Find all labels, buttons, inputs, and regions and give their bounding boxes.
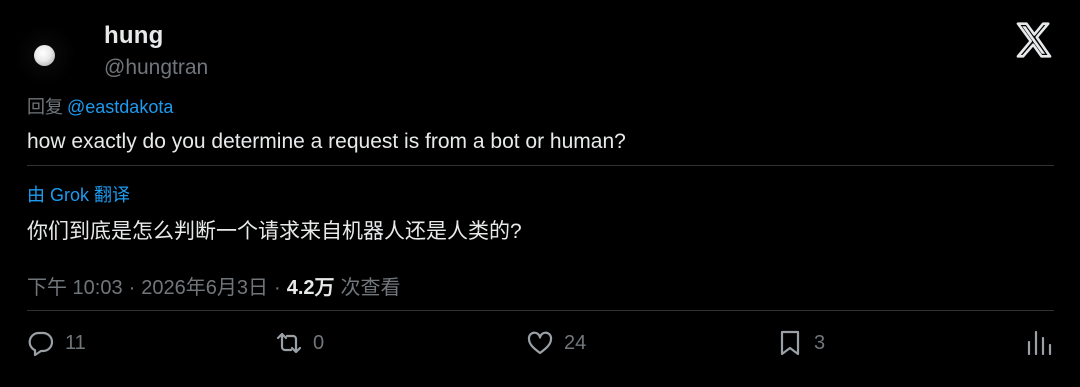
reply-mention-link[interactable]: @eastdakota	[67, 97, 173, 117]
author-handle[interactable]: @hungtran	[104, 56, 208, 80]
analytics-icon[interactable]	[1025, 328, 1053, 356]
reply-context: 回复 @eastdakota	[27, 93, 173, 119]
moon-avatar-image	[34, 45, 55, 66]
meta-separator: ·	[274, 277, 281, 299]
author-display-name[interactable]: hung	[104, 22, 163, 50]
repost-icon	[276, 332, 302, 354]
views-label: 次查看	[340, 277, 401, 299]
reply-prefix: 回复	[27, 97, 63, 117]
bookmark-icon	[780, 330, 800, 356]
tweet-text: how exactly do you determine a request i…	[27, 130, 626, 153]
repost-button[interactable]: 0	[275, 326, 324, 360]
avatar[interactable]	[14, 24, 76, 86]
reply-button[interactable]: 11	[27, 326, 86, 360]
translation-divider	[27, 165, 1054, 166]
reply-count: 11	[65, 331, 86, 354]
like-icon	[527, 331, 553, 355]
reply-icon	[28, 331, 54, 357]
x-logo-icon	[1016, 22, 1052, 58]
bookmark-button[interactable]: 3	[776, 326, 825, 360]
meta-separator: ·	[128, 277, 136, 299]
repost-count: 0	[313, 331, 325, 354]
tweet-meta: 下午 10:03 · 2026年6月3日 · 4.2万 次查看	[27, 271, 401, 300]
tweet-time[interactable]: 下午 10:03	[27, 271, 123, 300]
views-count: 4.2万	[286, 277, 335, 299]
actions-divider	[27, 310, 1054, 311]
translation-label[interactable]: 由 Grok 翻译	[27, 181, 130, 207]
like-button[interactable]: 24	[526, 326, 586, 360]
translated-text: 你们到底是怎么判断一个请求来自机器人还是人类的?	[27, 220, 522, 243]
tweet-date[interactable]: 2026年6月3日	[141, 271, 268, 300]
like-count: 24	[564, 331, 587, 354]
bookmark-count: 3	[814, 331, 826, 354]
